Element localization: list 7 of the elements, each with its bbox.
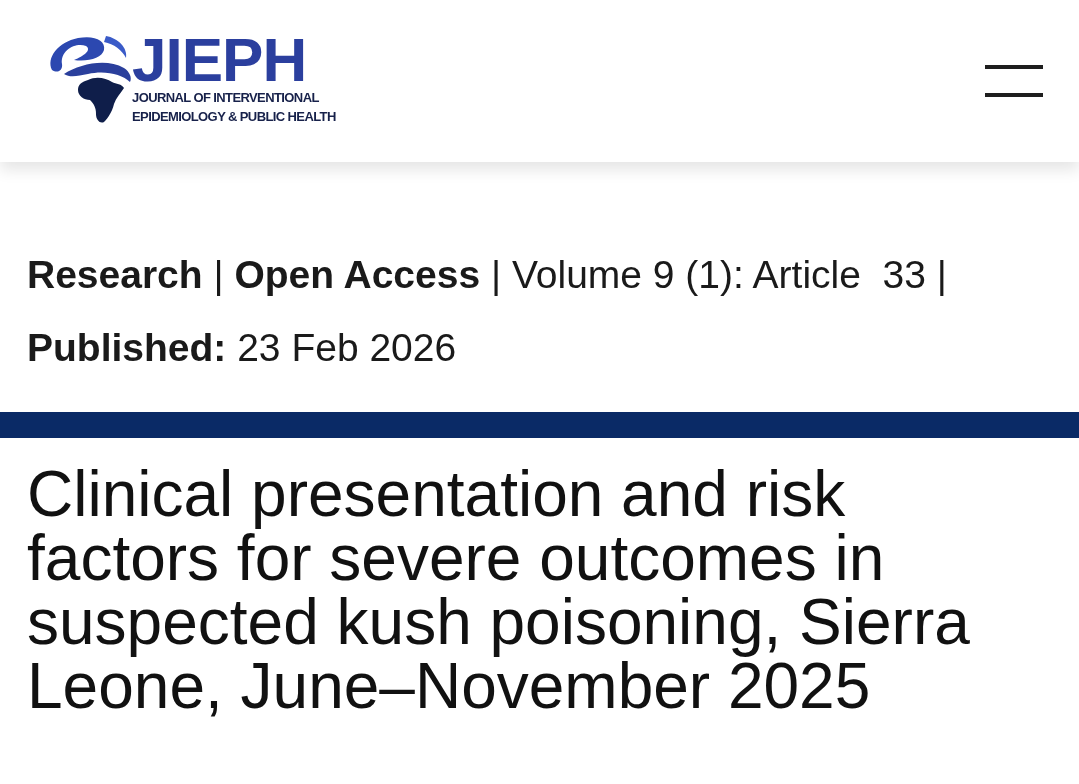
menu-button[interactable] [985, 64, 1045, 98]
journal-acronym: JIEPH [132, 32, 307, 88]
article-meta-line: Research | Open Access | Volume 9 (1): Article 33 | [27, 252, 948, 298]
article-title: Clinical presentation and risk factors for severe outcomes in suspected kush poisoning, Sierra Leone, June–November 2025 [26, 462, 971, 718]
journal-name: EPIDEMIOLOGY & PUBLIC HEALTH [132, 108, 336, 126]
article-meta-line: Published: 23 Feb 2026 [27, 325, 458, 371]
journal-name: JOURNAL OF INTERVENTIONAL [132, 89, 320, 107]
